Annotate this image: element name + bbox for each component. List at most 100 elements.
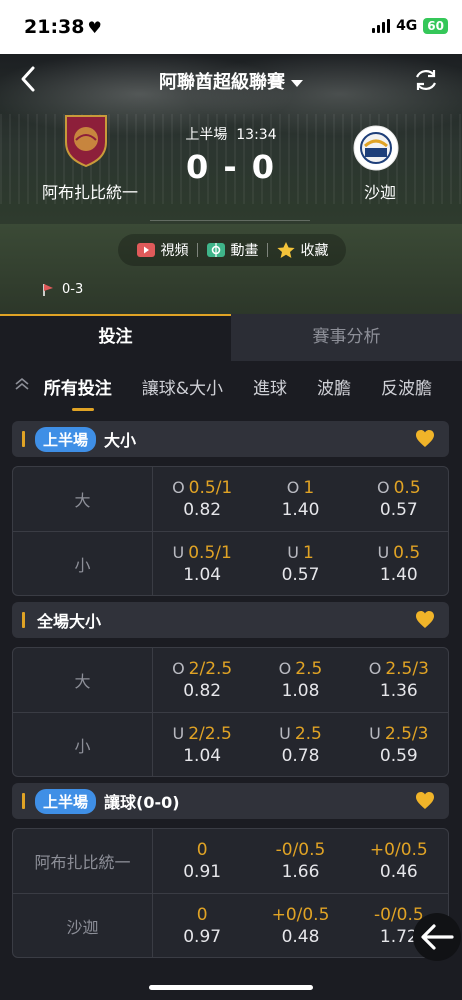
odds-cell[interactable]: O 0.5 0.57: [350, 467, 448, 531]
handicap-line: 1: [302, 542, 314, 563]
main-tabs: 投注 賽事分析: [0, 314, 462, 361]
subtab-all-bets[interactable]: 所有投注: [44, 374, 112, 411]
home-team-crest-icon: [65, 115, 107, 168]
home-indicator[interactable]: [149, 985, 313, 990]
period-pill: 上半場: [35, 426, 97, 452]
league-selector[interactable]: 阿聯酋超級聯賽: [0, 68, 462, 94]
row-label: 沙迦: [13, 894, 153, 957]
odds-value: 0.46: [379, 862, 418, 882]
section-accent-bar: [22, 612, 25, 628]
pitch-line: [150, 220, 310, 221]
odds-cell[interactable]: U 0.5/1 1.04: [153, 532, 251, 595]
odds-cell[interactable]: 0 0.97: [153, 894, 251, 957]
status-right: 4G 60: [372, 18, 448, 34]
odds-cell[interactable]: O 1 1.40: [251, 467, 349, 531]
section-title: 讓球(0-0): [104, 793, 180, 812]
odds-cell[interactable]: O 2/2.5 0.82: [153, 648, 251, 712]
prefix: O: [278, 659, 292, 678]
video-button[interactable]: 視頻: [136, 240, 189, 260]
prefix: O: [172, 659, 185, 678]
animation-button[interactable]: 動畫: [206, 240, 259, 260]
odds-cell[interactable]: 0 0.91: [153, 829, 251, 893]
favorite-button[interactable]: 收藏: [276, 240, 329, 260]
subtab-handicap-ou[interactable]: 讓球&大小: [142, 374, 223, 399]
section-accent-bar: [22, 793, 25, 809]
floating-back-button[interactable]: [413, 913, 461, 961]
section-title: 全場大小: [37, 612, 102, 631]
animation-label: 動畫: [230, 243, 259, 259]
match-score: 0 - 0: [185, 148, 277, 186]
section-title: 大小: [104, 431, 137, 450]
odds-value: 0.91: [183, 862, 222, 882]
handicap-line: 2/2.5: [188, 723, 232, 744]
odds-cell[interactable]: U 2.5/3 0.59: [350, 713, 448, 776]
home-team-name[interactable]: 阿布扎比統一: [30, 179, 150, 203]
handicap-line: 2.5/3: [384, 723, 429, 744]
corner-flag-icon: [43, 283, 53, 296]
section-header[interactable]: 全場大小: [12, 602, 449, 638]
row-label: 大: [13, 648, 153, 712]
subtab-correct-score[interactable]: 波膽: [317, 374, 351, 399]
odds-cell[interactable]: -0/0.5 1.66: [251, 829, 349, 893]
section-header[interactable]: 上半場 讓球(0-0): [12, 783, 449, 819]
handicap-line: -0/0.5: [275, 840, 326, 860]
odds-cell[interactable]: U 2.5 0.78: [251, 713, 349, 776]
section-header[interactable]: 上半場 大小: [12, 421, 449, 457]
subtab-goals[interactable]: 進球: [253, 374, 287, 399]
subtab-anti-correct-score[interactable]: 反波膽: [381, 374, 432, 399]
prefix: O: [368, 659, 382, 678]
handicap-line: 0.5: [393, 478, 421, 498]
status-bar: 21:38 ♥ 4G 60: [0, 0, 462, 54]
odds-value: 0.57: [281, 564, 320, 585]
heart-icon[interactable]: [415, 610, 435, 630]
divider: [196, 243, 198, 257]
odds-value: 0.48: [281, 926, 320, 947]
network-label: 4G: [396, 18, 418, 34]
odds-cell[interactable]: U 2/2.5 1.04: [153, 713, 251, 776]
league-name: 阿聯酋超級聯賽: [159, 72, 285, 93]
prefix: U: [172, 542, 185, 562]
media-bar: 視頻 動畫 收藏: [118, 234, 346, 266]
odds-value: 0.59: [379, 745, 418, 766]
tab-analysis[interactable]: 賽事分析: [231, 314, 462, 361]
section-accent-bar: [22, 431, 25, 447]
prefix: U: [287, 542, 299, 562]
prefix: U: [369, 723, 381, 743]
favorite-label: 收藏: [300, 243, 329, 259]
tab-bets[interactable]: 投注: [0, 314, 231, 361]
odds-cell[interactable]: O 0.5/1 0.82: [153, 467, 251, 531]
time-text: 21:38: [24, 16, 85, 38]
divider: [266, 243, 268, 257]
odds-value: 1.08: [281, 681, 320, 701]
prefix: U: [377, 542, 390, 562]
prefix: O: [286, 478, 300, 497]
away-team-crest-icon: [353, 125, 399, 171]
handicap-line: 2.5/3: [385, 659, 429, 679]
odds-cell[interactable]: O 2.5 1.08: [251, 648, 349, 712]
handicap-line: +0/0.5: [271, 904, 330, 925]
row-label: 小: [13, 532, 153, 595]
handicap-line: -0/0.5: [373, 904, 424, 925]
heart-icon[interactable]: [415, 791, 435, 811]
table-row: 阿布扎比統一 0 0.91 -0/0.5 1.66 +0/0.5 0.46: [13, 829, 448, 893]
row-label: 大: [13, 467, 153, 531]
table-row: 大 O 0.5/1 0.82 O 1 1.40 O 0.5 0.57: [13, 467, 448, 531]
odds-value: 0.82: [183, 681, 222, 701]
odds-cell[interactable]: +0/0.5 0.46: [350, 829, 448, 893]
handicap-line: 0: [196, 840, 208, 860]
battery-level: 60: [427, 19, 444, 33]
away-team-name[interactable]: 沙迦: [330, 179, 430, 203]
handicap-line: 0.5/1: [188, 542, 232, 563]
prefix: U: [279, 723, 291, 743]
odds-cell[interactable]: +0/0.5 0.48: [251, 894, 349, 957]
collapse-up-icon[interactable]: [0, 376, 44, 396]
row-label: 小: [13, 713, 153, 776]
star-icon: [276, 242, 295, 258]
odds-cell[interactable]: U 1 0.57: [251, 532, 349, 595]
odds-cell[interactable]: U 0.5 1.40: [350, 532, 448, 595]
heart-icon[interactable]: [415, 429, 435, 449]
prefix: O: [377, 478, 390, 497]
odds-cell[interactable]: O 2.5/3 1.36: [350, 648, 448, 712]
handicap-line: 2.5: [295, 659, 323, 679]
refresh-icon[interactable]: [412, 66, 440, 94]
